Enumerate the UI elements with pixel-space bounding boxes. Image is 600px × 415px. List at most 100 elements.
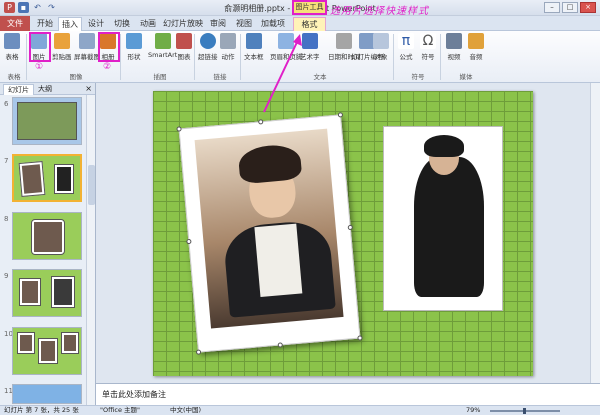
resize-handle[interactable] xyxy=(176,126,182,132)
tab-outline[interactable]: 大纲 xyxy=(34,84,56,94)
action-button[interactable]: 动作 xyxy=(220,33,236,61)
audio-button[interactable]: 音频 xyxy=(468,33,484,61)
picture-tools-label: 图片工具 xyxy=(292,0,327,15)
slide-info: 幻灯片 第 7 张，共 25 张 xyxy=(4,406,79,414)
equation-icon: π xyxy=(398,33,414,49)
slide-thumbnail[interactable] xyxy=(12,327,82,375)
notes-placeholder: 单击此处添加备注 xyxy=(102,390,166,399)
chart-button[interactable]: 图表 xyxy=(176,33,192,61)
tab-insert[interactable]: 插入 xyxy=(58,17,82,31)
object-icon xyxy=(373,33,389,49)
notes-pane[interactable]: 单击此处添加备注 xyxy=(96,383,600,405)
symbol-icon: Ω xyxy=(420,33,436,49)
header-footer-button[interactable]: 页眉和页脚 xyxy=(270,33,303,61)
close-icon[interactable]: × xyxy=(85,84,92,93)
slide-thumbnail[interactable] xyxy=(12,97,82,145)
maximize-button[interactable]: □ xyxy=(562,2,578,13)
group-label-table: 表格 xyxy=(7,73,21,81)
symbol-button[interactable]: Ω 符号 xyxy=(420,33,436,61)
wordart-icon xyxy=(301,33,318,49)
audio-icon xyxy=(468,33,484,49)
tab-animations[interactable]: 动画 xyxy=(136,17,160,31)
tab-file[interactable]: 文件 xyxy=(0,16,30,31)
slide-thumbnail-selected[interactable] xyxy=(12,154,82,202)
resize-handle[interactable] xyxy=(347,224,353,231)
undo-icon[interactable]: ↶ xyxy=(32,2,43,13)
redo-icon[interactable]: ↷ xyxy=(46,2,57,13)
quick-access-toolbar: P ▪ ↶ ↷ xyxy=(4,2,57,13)
screenshot-button[interactable]: 屏幕截图 xyxy=(74,33,100,61)
slide-editor xyxy=(96,83,600,383)
clipart-icon xyxy=(53,33,70,49)
slide-thumbnail[interactable] xyxy=(12,269,82,317)
resize-handle[interactable] xyxy=(195,349,202,355)
window-controls: – □ × xyxy=(544,2,596,13)
ribbon: 表格 图片 剪贴画 屏幕截图 相册 形状 SmartArt 图表 超链接 动作 … xyxy=(0,31,600,83)
shapes-icon xyxy=(126,33,142,49)
group-label-illustrations: 插图 xyxy=(153,73,167,81)
pane-tabs: 幻灯片 大纲 × xyxy=(0,83,95,95)
group-label-symbols: 符号 xyxy=(411,73,425,81)
resize-handle[interactable] xyxy=(186,238,192,245)
action-icon xyxy=(220,33,236,49)
photo-image xyxy=(194,128,344,329)
highlight-picture xyxy=(29,32,51,62)
status-bar: 幻灯片 第 7 张，共 25 张 "Office 主题" 中文(中国) 79% xyxy=(0,405,600,415)
shapes-button[interactable]: 形状 xyxy=(126,33,142,61)
annotation-text: 选用片选择快速样式 xyxy=(330,6,429,17)
group-label-links: 链接 xyxy=(213,73,227,81)
resize-handle[interactable] xyxy=(357,335,363,341)
marker-two: ② xyxy=(103,62,112,72)
textbox-icon xyxy=(245,33,262,49)
zoom-slider-knob[interactable] xyxy=(523,408,527,414)
selected-photo[interactable] xyxy=(176,112,363,355)
tab-slides[interactable]: 幻灯片 xyxy=(3,84,34,95)
zoom-level: 79% xyxy=(466,406,481,414)
theme-name: "Office 主题" xyxy=(100,406,141,414)
tab-addins[interactable]: 加载项 xyxy=(258,17,288,31)
group-label-text: 文本 xyxy=(313,73,327,81)
resize-handle[interactable] xyxy=(277,342,283,348)
zoom-slider[interactable] xyxy=(490,408,560,414)
group-label-images: 图像 xyxy=(69,73,83,81)
tab-format[interactable]: 格式 xyxy=(293,17,326,31)
tab-home[interactable]: 开始 xyxy=(33,17,57,31)
tab-transitions[interactable]: 切换 xyxy=(110,17,134,31)
editor-scrollbar[interactable] xyxy=(590,83,600,383)
table-icon xyxy=(4,33,20,49)
object-button[interactable]: 对象 xyxy=(373,33,389,61)
ribbon-tabs: 文件 开始 插入 设计 切换 动画 幻灯片放映 审阅 视图 加载项 格式 xyxy=(0,16,600,31)
group-label-media: 媒体 xyxy=(459,73,473,81)
powerpoint-icon[interactable]: P xyxy=(4,2,15,13)
slide-thumbnail[interactable] xyxy=(12,212,82,260)
datetime-icon xyxy=(336,33,353,49)
resize-handle[interactable] xyxy=(258,119,264,125)
hyperlink-button[interactable]: 超链接 xyxy=(198,33,218,61)
smartart-button[interactable]: SmartArt xyxy=(148,33,177,59)
tab-design[interactable]: 设计 xyxy=(84,17,108,31)
highlight-photo-album xyxy=(98,32,120,62)
table-button[interactable]: 表格 xyxy=(4,33,20,61)
save-icon[interactable]: ▪ xyxy=(18,2,29,13)
wordart-button[interactable]: 艺术字 xyxy=(300,33,320,61)
photo[interactable] xyxy=(383,126,503,311)
slide-thumbnail[interactable] xyxy=(12,384,82,404)
tab-slideshow[interactable]: 幻灯片放映 xyxy=(162,17,204,31)
textbox-button[interactable]: 文本框 xyxy=(244,33,264,61)
equation-button[interactable]: π 公式 xyxy=(398,33,414,61)
close-button[interactable]: × xyxy=(580,2,596,13)
language[interactable]: 中文(中国) xyxy=(170,406,201,415)
minimize-button[interactable]: – xyxy=(544,2,560,13)
header-footer-icon xyxy=(278,33,295,49)
video-button[interactable]: 视频 xyxy=(446,33,462,61)
tab-view[interactable]: 视图 xyxy=(232,17,256,31)
smartart-icon xyxy=(154,33,171,49)
video-icon xyxy=(446,33,462,49)
tab-review[interactable]: 审阅 xyxy=(206,17,230,31)
current-slide[interactable] xyxy=(153,91,533,376)
hyperlink-icon xyxy=(199,33,216,49)
chart-icon xyxy=(176,33,192,49)
resize-handle[interactable] xyxy=(337,112,344,118)
pane-scrollbar[interactable] xyxy=(86,95,95,405)
clipart-button[interactable]: 剪贴画 xyxy=(52,33,72,61)
